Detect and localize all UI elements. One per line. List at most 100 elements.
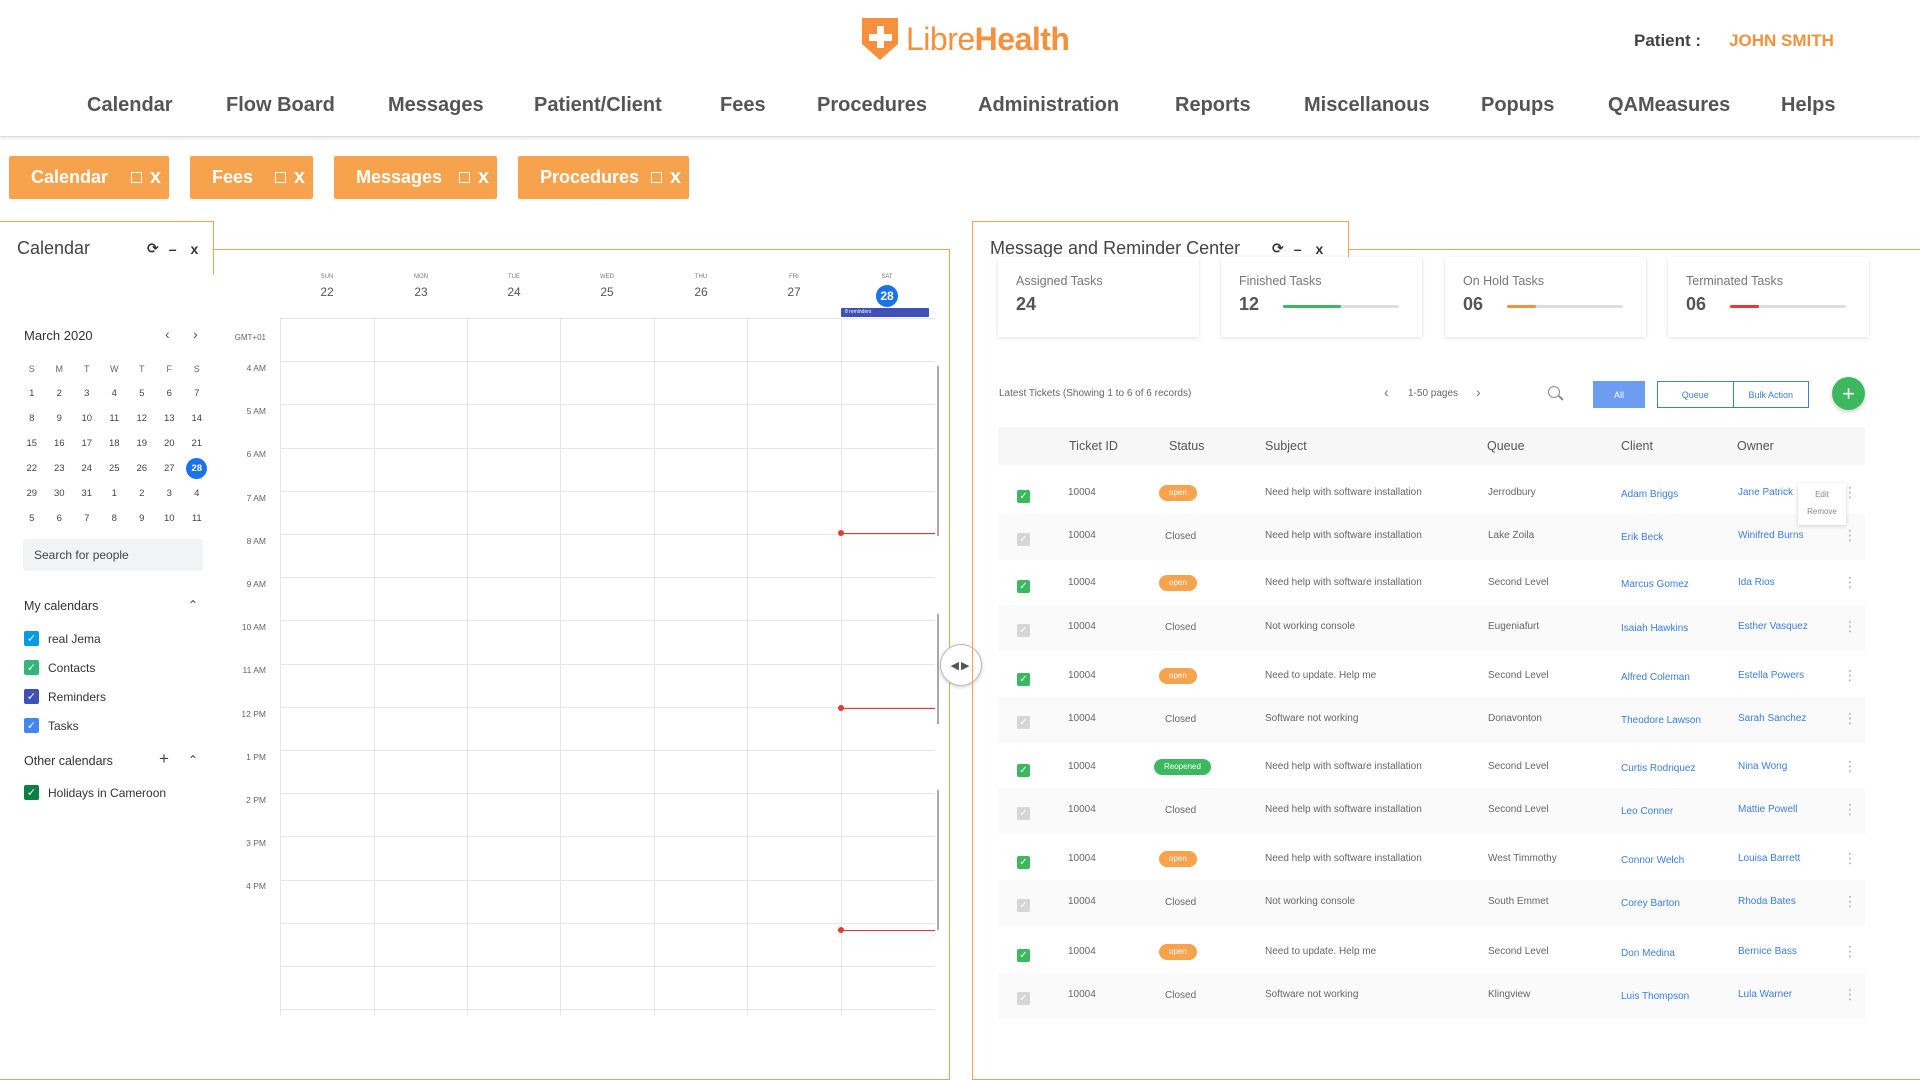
mini-day[interactable]: 21 <box>183 431 211 456</box>
minimize-icon[interactable]: – <box>1294 241 1302 257</box>
ticket-subject[interactable]: Software not working <box>1265 713 1358 724</box>
bulk-action-button[interactable]: Bulk Action <box>1732 382 1809 407</box>
next-month-icon[interactable]: › <box>193 326 198 342</box>
search-icon[interactable] <box>1548 386 1560 398</box>
close-icon[interactable]: x <box>478 166 489 189</box>
mini-day[interactable]: 16 <box>46 431 74 456</box>
mini-day[interactable]: 3 <box>73 381 101 406</box>
nav-helps[interactable]: Helps <box>1781 94 1835 117</box>
mini-day[interactable]: 24 <box>73 456 101 481</box>
day-number[interactable]: 23 <box>391 285 451 299</box>
maximize-icon[interactable] <box>274 172 286 183</box>
nav-reports[interactable]: Reports <box>1175 94 1251 117</box>
ticket-client-link[interactable]: Leo Conner <box>1621 806 1673 817</box>
col-ticket-id[interactable]: Ticket ID <box>1069 439 1118 453</box>
tab-fees[interactable]: Fees x <box>190 156 313 199</box>
table-row[interactable]: ✓ 10004 Closed Not working console South Emm… <box>998 880 1865 926</box>
col-status[interactable]: Status <box>1169 439 1204 453</box>
checkbox-icon[interactable]: ✓ <box>24 660 39 675</box>
my-calendars-heading[interactable]: My calendars <box>24 599 98 613</box>
search-people-input[interactable]: Search for people <box>23 539 203 571</box>
mini-day[interactable]: 22 <box>18 456 46 481</box>
table-row[interactable]: ✓ 10004 Closed Need help with software inst… <box>998 514 1865 560</box>
table-row[interactable]: ✓ 10004 open Need help with software instal… <box>998 471 1865 517</box>
nav-calendar[interactable]: Calendar <box>87 94 173 117</box>
day-number[interactable]: 25 <box>577 285 637 299</box>
mini-day[interactable]: 31 <box>73 481 101 506</box>
calendar-item[interactable]: ✓ Tasks <box>24 718 79 733</box>
mini-day[interactable]: 4 <box>183 481 211 506</box>
more-options-icon[interactable]: ⋮ <box>1843 528 1857 542</box>
col-owner[interactable]: Owner <box>1737 439 1774 453</box>
ticket-owner-link[interactable]: Esther Vasquez <box>1738 621 1808 632</box>
mini-day[interactable]: 19 <box>128 431 156 456</box>
ticket-owner-link[interactable]: Winifred Burns <box>1738 530 1804 541</box>
ticket-client-link[interactable]: Corey Barton <box>1621 898 1680 909</box>
mini-day[interactable]: 10 <box>73 406 101 431</box>
ticket-owner-link[interactable]: Sarah Sanchez <box>1738 713 1806 724</box>
nav-flow-board[interactable]: Flow Board <box>226 94 335 117</box>
nav-messages[interactable]: Messages <box>388 94 484 117</box>
ticket-owner-link[interactable]: Jane Patrick <box>1738 487 1793 498</box>
mini-day[interactable]: 27 <box>156 456 184 481</box>
next-page-icon[interactable]: › <box>1476 384 1481 400</box>
mini-day[interactable]: 14 <box>183 406 211 431</box>
mini-day[interactable]: 29 <box>18 481 46 506</box>
close-icon[interactable]: x <box>150 166 161 189</box>
add-ticket-button[interactable]: + <box>1832 377 1865 410</box>
mini-day[interactable]: 2 <box>128 481 156 506</box>
ticket-client-link[interactable]: Alfred Coleman <box>1621 672 1690 683</box>
close-icon[interactable]: x <box>670 166 681 189</box>
ticket-owner-link[interactable]: Nina Wong <box>1738 761 1787 772</box>
minimize-icon[interactable]: – <box>169 241 177 257</box>
row-checkbox[interactable]: ✓ <box>1017 764 1030 777</box>
filter-all-button[interactable]: All <box>1593 381 1645 408</box>
refresh-icon[interactable]: ⟳ <box>1272 240 1284 257</box>
ticket-subject[interactable]: Not working console <box>1265 621 1355 632</box>
nav-fees[interactable]: Fees <box>720 94 766 117</box>
day-number[interactable]: 27 <box>764 285 824 299</box>
ticket-client-link[interactable]: Curtis Rodriquez <box>1621 763 1695 774</box>
row-checkbox[interactable]: ✓ <box>1017 580 1030 593</box>
checkbox-icon[interactable]: ✓ <box>24 718 39 733</box>
tab-procedures[interactable]: Procedures x <box>518 156 689 199</box>
mini-day[interactable]: 2 <box>46 381 74 406</box>
mini-day[interactable]: 3 <box>156 481 184 506</box>
close-icon[interactable]: x <box>294 166 305 189</box>
ticket-owner-link[interactable]: Estella Powers <box>1738 670 1804 681</box>
mini-day[interactable]: 6 <box>46 506 74 531</box>
ticket-client-link[interactable]: Marcus Gomez <box>1621 579 1689 590</box>
mini-day[interactable]: 9 <box>46 406 74 431</box>
add-calendar-icon[interactable]: + <box>159 749 169 769</box>
mini-day[interactable]: 12 <box>128 406 156 431</box>
day-number[interactable]: 24 <box>484 285 544 299</box>
ticket-owner-link[interactable]: Louisa Barrett <box>1738 853 1800 864</box>
table-row[interactable]: ✓ 10004 Reopened Need help with software in… <box>998 745 1865 791</box>
ticket-client-link[interactable]: Erik Beck <box>1621 532 1663 543</box>
mini-day[interactable]: 5 <box>128 381 156 406</box>
ticket-client-link[interactable]: Isaiah Hawkins <box>1621 623 1688 634</box>
more-options-icon[interactable]: ⋮ <box>1843 944 1857 958</box>
ticket-client-link[interactable]: Adam Briggs <box>1621 489 1678 500</box>
checkbox-icon[interactable]: ✓ <box>24 785 39 800</box>
table-row[interactable]: ✓ 10004 open Need to update. Help me Second … <box>998 654 1865 700</box>
mini-day[interactable]: 6 <box>156 381 184 406</box>
scrollbar[interactable] <box>937 366 939 536</box>
maximize-icon[interactable] <box>650 172 662 183</box>
calendar-item[interactable]: ✓ Contacts <box>24 660 95 675</box>
col-client[interactable]: Client <box>1621 439 1653 453</box>
nav-miscellanous[interactable]: Miscellanous <box>1304 94 1430 117</box>
ticket-subject[interactable]: Need help with software installation <box>1265 804 1422 815</box>
row-checkbox[interactable]: ✓ <box>1017 716 1030 729</box>
row-checkbox[interactable]: ✓ <box>1017 899 1030 912</box>
row-checkbox[interactable]: ✓ <box>1017 856 1030 869</box>
mini-day[interactable]: 1 <box>18 381 46 406</box>
more-options-icon[interactable]: ⋮ <box>1843 802 1857 816</box>
close-icon[interactable]: x <box>1316 241 1324 257</box>
scrollbar[interactable] <box>937 614 939 724</box>
ticket-owner-link[interactable]: Rhoda Bates <box>1738 896 1796 907</box>
ticket-owner-link[interactable]: Ida Rios <box>1738 577 1775 588</box>
mini-day[interactable]: 18 <box>101 431 129 456</box>
mini-day[interactable]: 15 <box>18 431 46 456</box>
mini-day[interactable]: 11 <box>101 406 129 431</box>
